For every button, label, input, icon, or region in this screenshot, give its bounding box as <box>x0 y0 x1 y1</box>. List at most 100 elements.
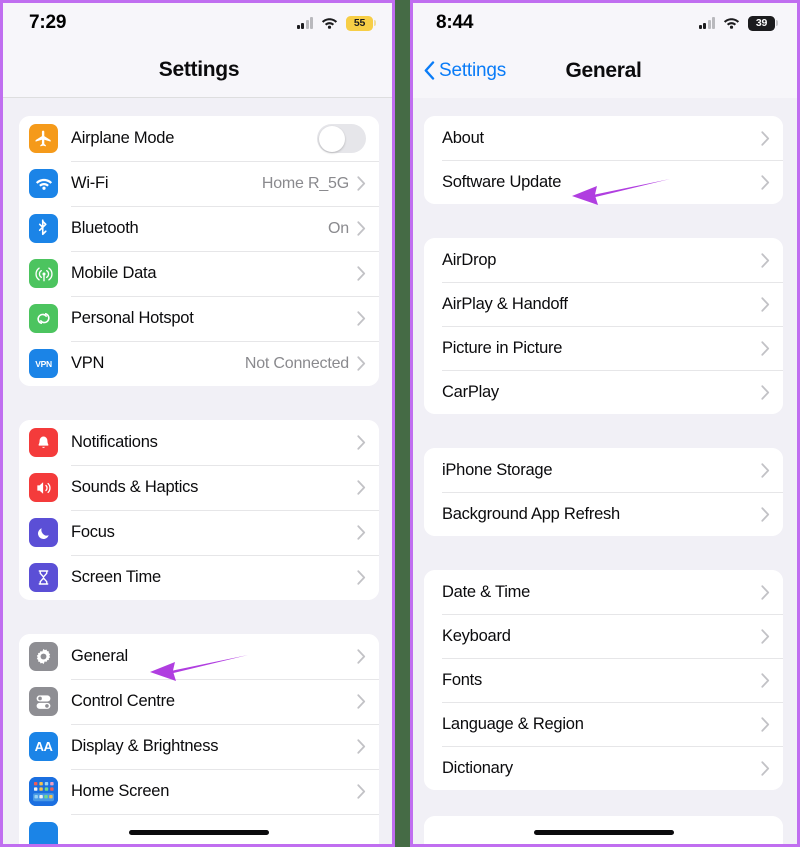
chevron-right-icon <box>357 356 366 371</box>
chevron-right-icon <box>761 297 770 312</box>
list-item-label: Notifications <box>71 433 158 452</box>
list-item-label: Keyboard <box>442 627 511 646</box>
text-size-icon: AA <box>29 732 58 761</box>
list-item-notifications[interactable]: Notifications <box>19 420 379 465</box>
wifi-icon <box>29 169 58 198</box>
right-status-bar: 8:44 39 <box>410 3 797 43</box>
list-item-label: Mobile Data <box>71 264 156 283</box>
left-settings-list[interactable]: Airplane Mode Wi-Fi Home R_5G <box>3 116 395 847</box>
hourglass-icon <box>29 563 58 592</box>
status-clock: 8:44 <box>436 12 473 34</box>
list-item-label: Background App Refresh <box>442 505 620 524</box>
bell-icon <box>29 428 58 457</box>
list-item-about[interactable]: About <box>424 116 783 160</box>
chevron-right-icon <box>761 629 770 644</box>
list-item-label: AirDrop <box>442 251 496 270</box>
page-title: Settings <box>159 58 239 82</box>
list-item-airplay-handoff[interactable]: AirPlay & Handoff <box>424 282 783 326</box>
status-indicators: 55 <box>297 16 374 31</box>
general-group-storage: iPhone Storage Background App Refresh <box>424 448 783 536</box>
chevron-right-icon <box>357 739 366 754</box>
list-item-label: Picture in Picture <box>442 339 562 358</box>
chevron-right-icon <box>357 311 366 326</box>
left-phone-screenshot: 7:29 55 Settings <box>0 0 395 847</box>
list-item-label: Bluetooth <box>71 219 138 238</box>
accessibility-icon <box>29 822 58 847</box>
right-settings-list[interactable]: About Software Update AirDrop <box>410 116 797 847</box>
left-nav-bar: Settings <box>3 43 395 98</box>
chevron-right-icon <box>761 673 770 688</box>
gear-icon <box>29 642 58 671</box>
list-item-keyboard[interactable]: Keyboard <box>424 614 783 658</box>
speaker-icon <box>29 473 58 502</box>
list-item-label: Focus <box>71 523 115 542</box>
list-item-label: Fonts <box>442 671 482 690</box>
list-item-picture-in-picture[interactable]: Picture in Picture <box>424 326 783 370</box>
list-item-label: VPN <box>71 354 104 373</box>
list-item-wifi[interactable]: Wi-Fi Home R_5G <box>19 161 379 206</box>
list-item-software-update[interactable]: Software Update <box>424 160 783 204</box>
list-item-language-region[interactable]: Language & Region <box>424 702 783 746</box>
list-item-dictionary[interactable]: Dictionary <box>424 746 783 790</box>
status-indicators: 39 <box>699 16 776 31</box>
list-item-value: Not Connected <box>245 355 349 373</box>
moon-icon <box>29 518 58 547</box>
chevron-right-icon <box>761 761 770 776</box>
list-item-value: On <box>328 220 349 238</box>
chevron-right-icon <box>357 435 366 450</box>
list-item-label: Airplane Mode <box>71 129 174 148</box>
chevron-right-icon <box>761 385 770 400</box>
screenshot-stage: 7:29 55 Settings <box>0 0 800 847</box>
list-item-home-screen[interactable]: Home Screen <box>19 769 379 814</box>
chevron-right-icon <box>761 507 770 522</box>
settings-group-notifications: Notifications Sounds & Haptics <box>19 420 379 600</box>
list-item-label: Software Update <box>442 173 561 192</box>
panel-divider <box>392 0 413 847</box>
list-item-sounds-haptics[interactable]: Sounds & Haptics <box>19 465 379 510</box>
list-item-personal-hotspot[interactable]: Personal Hotspot <box>19 296 379 341</box>
list-item-iphone-storage[interactable]: iPhone Storage <box>424 448 783 492</box>
chevron-right-icon <box>761 341 770 356</box>
list-item-general[interactable]: General <box>19 634 379 679</box>
home-screen-grid-icon <box>29 777 58 806</box>
list-item-airdrop[interactable]: AirDrop <box>424 238 783 282</box>
general-group-airdrop: AirDrop AirPlay & Handoff Picture in Pic… <box>424 238 783 414</box>
list-item-control-centre[interactable]: Control Centre <box>19 679 379 724</box>
list-item-display-brightness[interactable]: AA Display & Brightness <box>19 724 379 769</box>
vpn-icon: VPN <box>29 349 58 378</box>
list-item-label: Language & Region <box>442 715 584 734</box>
list-item-label: CarPlay <box>442 383 499 402</box>
list-item-label: Wi-Fi <box>71 174 108 193</box>
chevron-right-icon <box>761 175 770 190</box>
chevron-right-icon <box>761 463 770 478</box>
chevron-right-icon <box>357 570 366 585</box>
right-nav-bar: Settings General <box>410 43 797 98</box>
list-item-label: Display & Brightness <box>71 737 218 756</box>
chevron-right-icon <box>357 525 366 540</box>
cellular-bars-icon <box>699 17 716 29</box>
bluetooth-icon <box>29 214 58 243</box>
battery-indicator: 39 <box>748 16 775 31</box>
list-item-screen-time[interactable]: Screen Time <box>19 555 379 600</box>
list-item-carplay[interactable]: CarPlay <box>424 370 783 414</box>
list-item-label: Home Screen <box>71 782 169 801</box>
list-item-date-time[interactable]: Date & Time <box>424 570 783 614</box>
list-item-label: Sounds & Haptics <box>71 478 198 497</box>
list-item-mobile-data[interactable]: Mobile Data <box>19 251 379 296</box>
list-item-background-app-refresh[interactable]: Background App Refresh <box>424 492 783 536</box>
list-item-value: Home R_5G <box>262 175 349 193</box>
list-item-label: General <box>71 647 128 666</box>
list-item-label: Date & Time <box>442 583 530 602</box>
list-item-vpn[interactable]: VPN VPN Not Connected <box>19 341 379 386</box>
wifi-icon <box>723 17 740 29</box>
list-item-bluetooth[interactable]: Bluetooth On <box>19 206 379 251</box>
chevron-right-icon <box>761 717 770 732</box>
chevron-right-icon <box>357 266 366 281</box>
list-item-fonts[interactable]: Fonts <box>424 658 783 702</box>
general-group-about: About Software Update <box>424 116 783 204</box>
airplane-mode-toggle[interactable] <box>317 124 366 153</box>
list-item-label: Dictionary <box>442 759 513 778</box>
settings-group-connectivity: Airplane Mode Wi-Fi Home R_5G <box>19 116 379 386</box>
list-item-focus[interactable]: Focus <box>19 510 379 555</box>
list-item-airplane-mode[interactable]: Airplane Mode <box>19 116 379 161</box>
